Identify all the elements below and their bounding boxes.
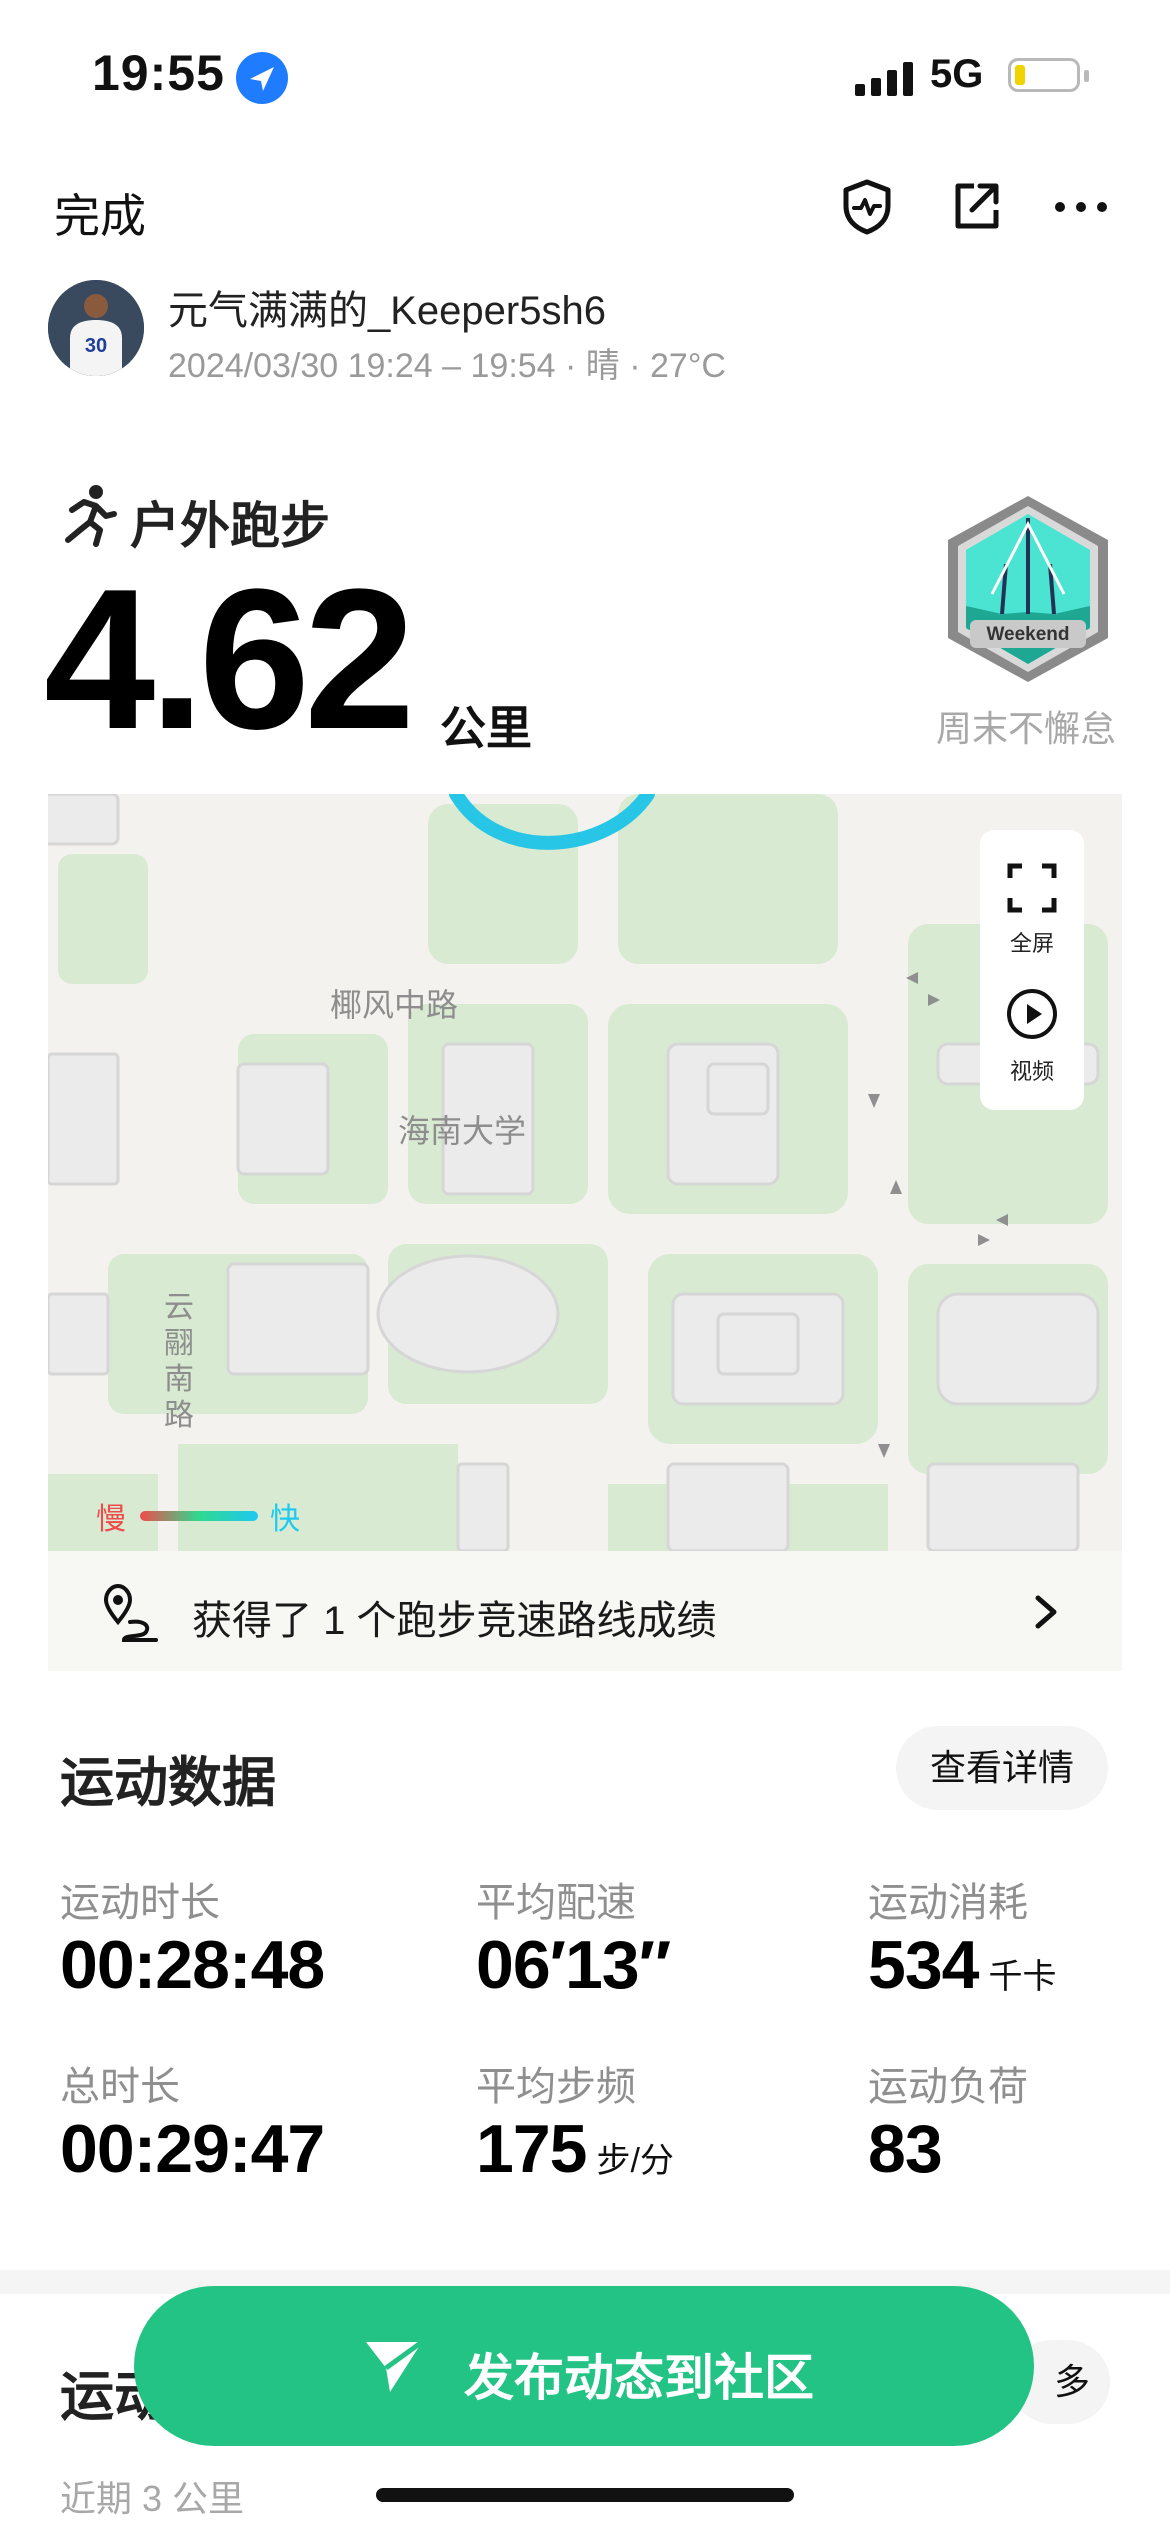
chevron-right-icon[interactable] (1032, 1594, 1062, 1635)
distance-value: 4.62 (44, 548, 415, 771)
stat-value: 06′13″ (476, 1927, 671, 2003)
stat-item: 00:28:48 (60, 1926, 325, 2004)
publish-label: 发布动态到社区 (464, 2350, 814, 2406)
stat-label: 总时长 (60, 2065, 180, 2109)
video-label[interactable]: 视频 (980, 1054, 1084, 1086)
send-icon (364, 2338, 424, 2406)
jersey-number: 30 (85, 335, 107, 357)
map-label-university: 海南大学 (398, 1113, 527, 1149)
stat-label: 运动负荷 (868, 2065, 1028, 2109)
status-time: 19:55 (92, 45, 225, 101)
map-label-road: 椰风中路 (330, 987, 459, 1023)
signal-icon (855, 62, 915, 96)
fullscreen-label[interactable]: 全屏 (980, 926, 1084, 958)
view-details-button[interactable]: 查看详情 (896, 1726, 1108, 1810)
stat-item: 06′13″ (476, 1926, 671, 2004)
home-indicator[interactable] (376, 2488, 794, 2502)
route-map[interactable] (48, 794, 1122, 1551)
running-icon (56, 484, 118, 553)
achievement-text: 获得了 1 个跑步竞速路线成绩 (192, 1599, 717, 1643)
weekend-badge[interactable]: Weekend (942, 494, 1114, 689)
badge-label: 周末不懈怠 (936, 708, 1117, 749)
battery-cap (1084, 70, 1089, 82)
legend-slow: 慢 (96, 1503, 126, 1536)
stat-unit: 千卡 (988, 1958, 1057, 1996)
publish-to-community-button[interactable]: 发布动态到社区 (134, 2286, 1034, 2446)
done-button[interactable]: 完成 (54, 180, 146, 246)
fullscreen-icon[interactable] (1006, 862, 1058, 919)
stat-unit: 步/分 (596, 2142, 674, 2180)
username[interactable]: 元气满满的_Keeper5sh6 (168, 278, 606, 336)
stat-item: 534 千卡 (868, 1926, 1056, 2004)
stats-title: 运动数据 (60, 1753, 276, 1813)
stat-item: 00:29:47 (60, 2110, 325, 2188)
more-icon[interactable] (1050, 176, 1112, 238)
recent-distance-label: 近期 3 公里 (60, 2478, 245, 2519)
avatar[interactable]: 30 (48, 280, 144, 376)
workout-meta: 2024/03/30 19:24 – 19:54 · 晴 · 27°C (168, 347, 726, 385)
shield-icon[interactable] (836, 176, 898, 238)
share-icon[interactable] (946, 176, 1008, 238)
stat-value: 83 (868, 2111, 943, 2187)
stat-value: 534 (868, 1927, 979, 2003)
stat-value: 00:29:47 (60, 2111, 325, 2187)
stat-label: 平均配速 (476, 1881, 636, 1925)
stat-label: 运动消耗 (868, 1881, 1028, 1925)
network-label: 5G (930, 52, 984, 96)
map-label-road-vertical: 云翮南路 (164, 1291, 194, 1432)
video-play-icon[interactable] (1006, 988, 1058, 1045)
stat-label: 平均步频 (476, 2065, 636, 2109)
battery-icon (1008, 58, 1080, 92)
stat-item: 83 (868, 2110, 943, 2188)
legend-fast: 快 (270, 1503, 300, 1536)
stat-item: 175 步/分 (476, 2110, 674, 2188)
stat-label: 运动时长 (60, 1881, 220, 1925)
badge-text: Weekend (986, 624, 1069, 645)
stat-value: 00:28:48 (60, 1927, 325, 2003)
location-icon (236, 52, 288, 104)
map-controls: 全屏 视频 (980, 830, 1084, 1110)
route-pin-icon (100, 1582, 162, 1649)
stat-value: 175 (476, 2111, 587, 2187)
distance-unit: 公里 (440, 702, 532, 754)
